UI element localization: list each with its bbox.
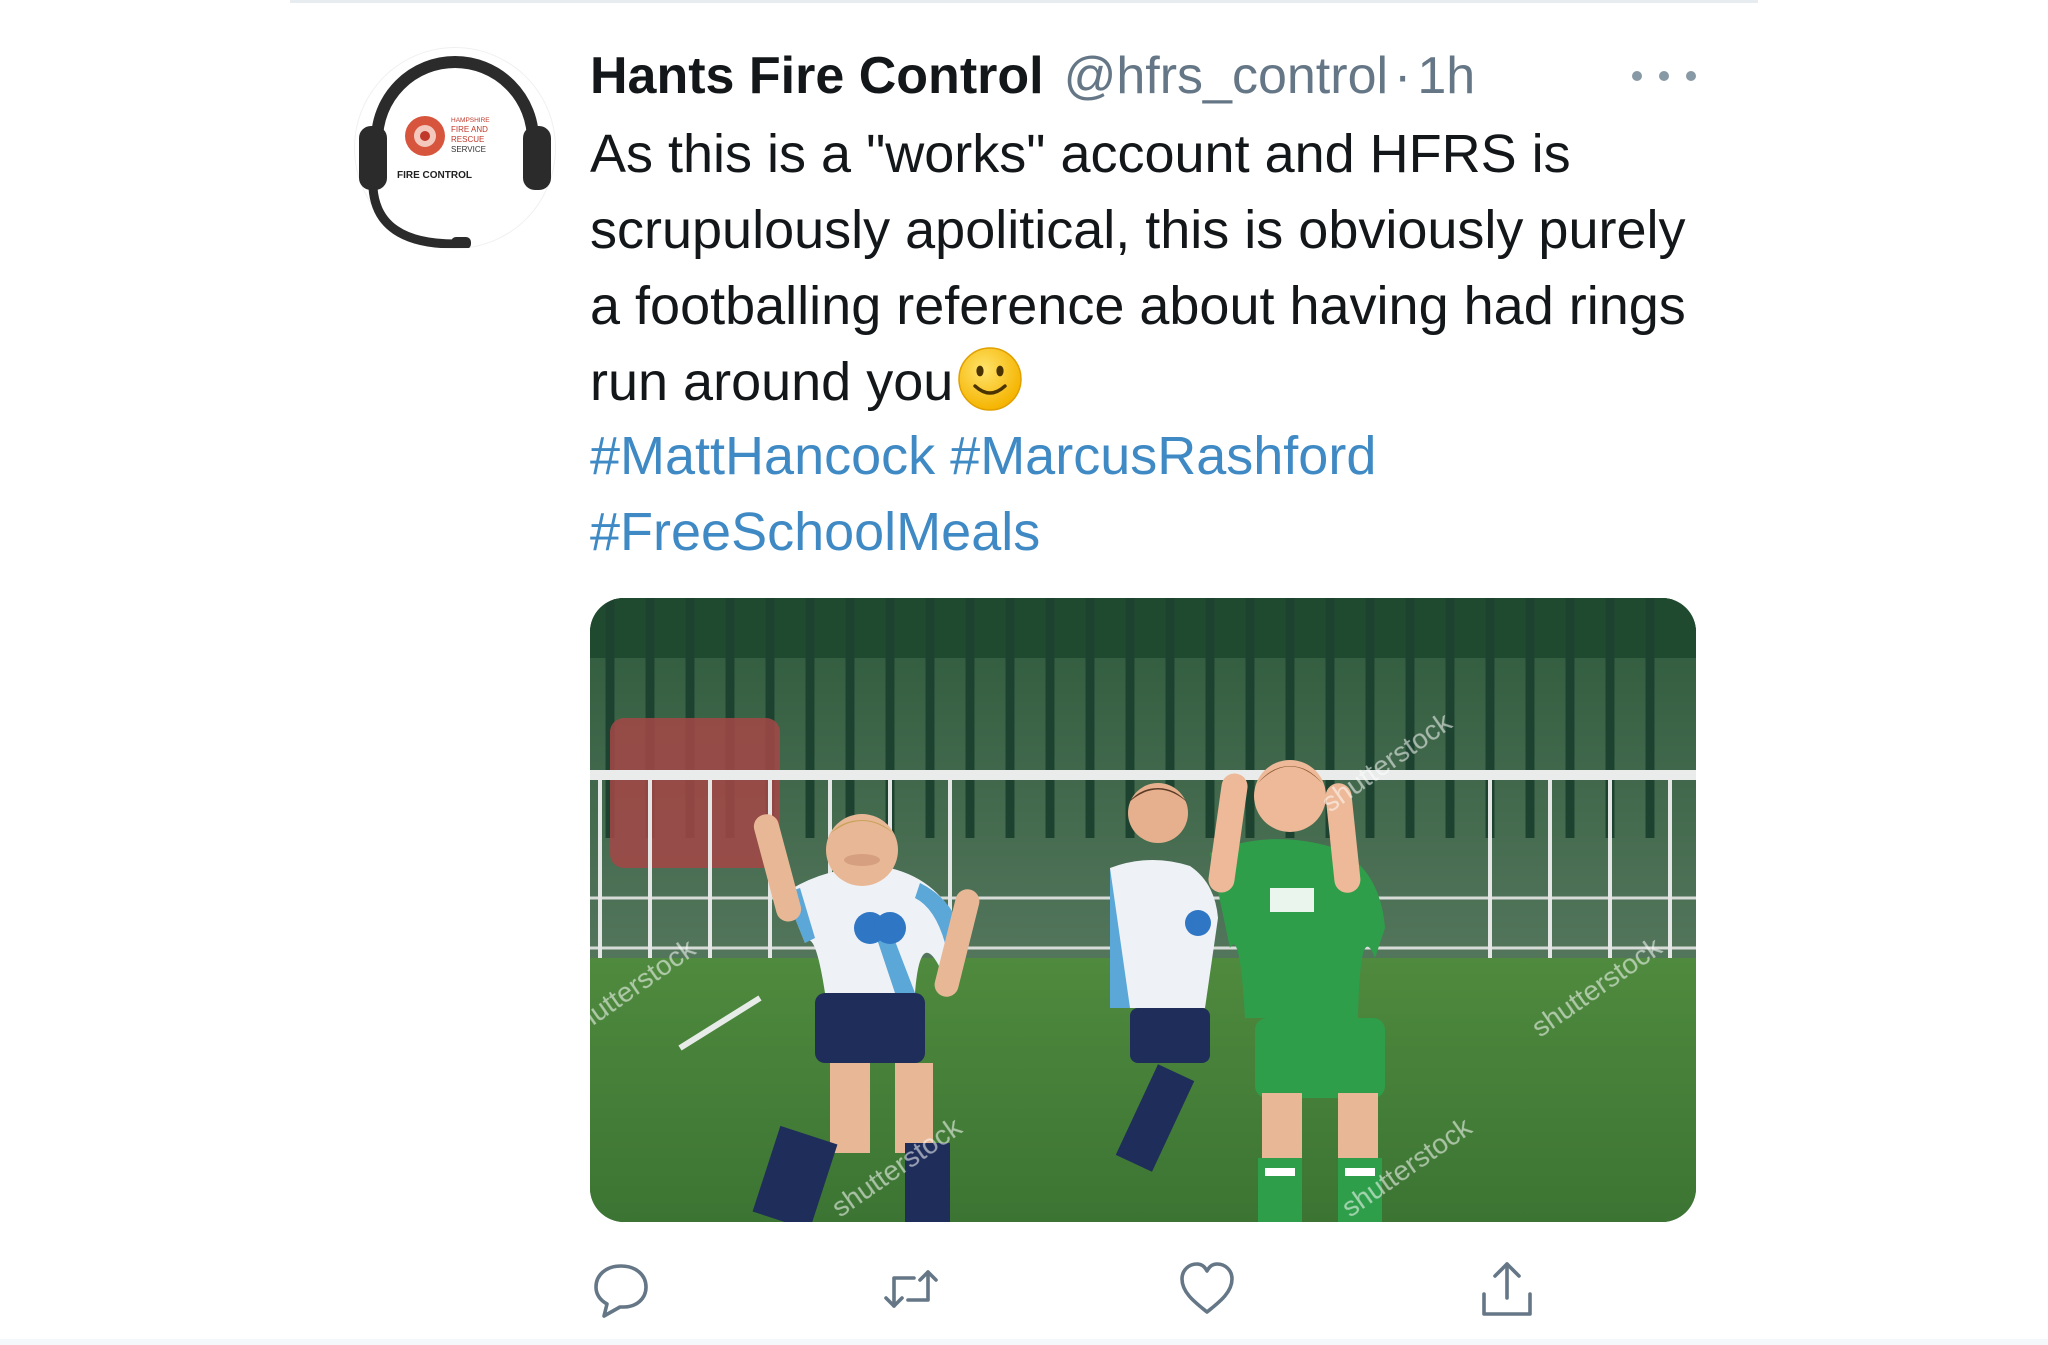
hashtag-link[interactable]: #FreeSchoolMeals	[590, 502, 1040, 562]
reply-icon[interactable]	[590, 1258, 652, 1320]
logo-line-1: HAMPSHIRE	[451, 117, 490, 124]
more-dot	[1632, 71, 1642, 81]
hashtag-link[interactable]: #MattHancock	[590, 426, 935, 486]
more-dot	[1659, 71, 1669, 81]
logo-line-4: SERVICE	[451, 145, 486, 154]
author-display-name[interactable]: Hants Fire Control	[590, 40, 1044, 112]
more-dot	[1686, 71, 1696, 81]
tweet-text-content: As this is a "works" account and HFRS is…	[590, 124, 1686, 412]
retweet-icon[interactable]	[880, 1258, 942, 1320]
slightly-smiling-face-icon	[957, 346, 1023, 412]
separator-dot: ·	[1394, 47, 1412, 105]
top-divider	[290, 0, 1758, 3]
author-handle[interactable]: @hfrs_control	[1064, 40, 1388, 112]
tweet-actions	[590, 1258, 1696, 1320]
hashtags: #MattHancock #MarcusRashford #FreeSchool…	[590, 418, 1720, 570]
tweet-header: Hants Fire Control @hfrs_control · 1h	[590, 40, 1700, 112]
tweet-text: As this is a "works" account and HFRS is…	[590, 116, 1720, 420]
tweet-timestamp[interactable]: 1h	[1417, 40, 1475, 112]
share-icon[interactable]	[1476, 1258, 1538, 1320]
hashtag-link[interactable]: #MarcusRashford	[950, 426, 1376, 486]
tweet-photo[interactable]: shutterstock shutterstock shutterstock s…	[590, 598, 1696, 1222]
bottom-divider	[0, 1339, 2048, 1345]
heart-icon[interactable]	[1176, 1258, 1238, 1320]
avatar-caption: FIRE CONTROL	[397, 170, 472, 181]
logo-line-2: FIRE AND	[451, 125, 488, 134]
more-options-icon[interactable]	[1632, 56, 1696, 96]
author-avatar[interactable]: HAMPSHIRE FIRE AND RESCUE SERVICE FIRE C…	[355, 48, 555, 248]
logo-line-3: RESCUE	[451, 135, 484, 144]
headset-logo-icon: HAMPSHIRE FIRE AND RESCUE SERVICE FIRE C…	[359, 56, 551, 248]
football-photo: shutterstock shutterstock shutterstock s…	[590, 598, 1696, 1222]
